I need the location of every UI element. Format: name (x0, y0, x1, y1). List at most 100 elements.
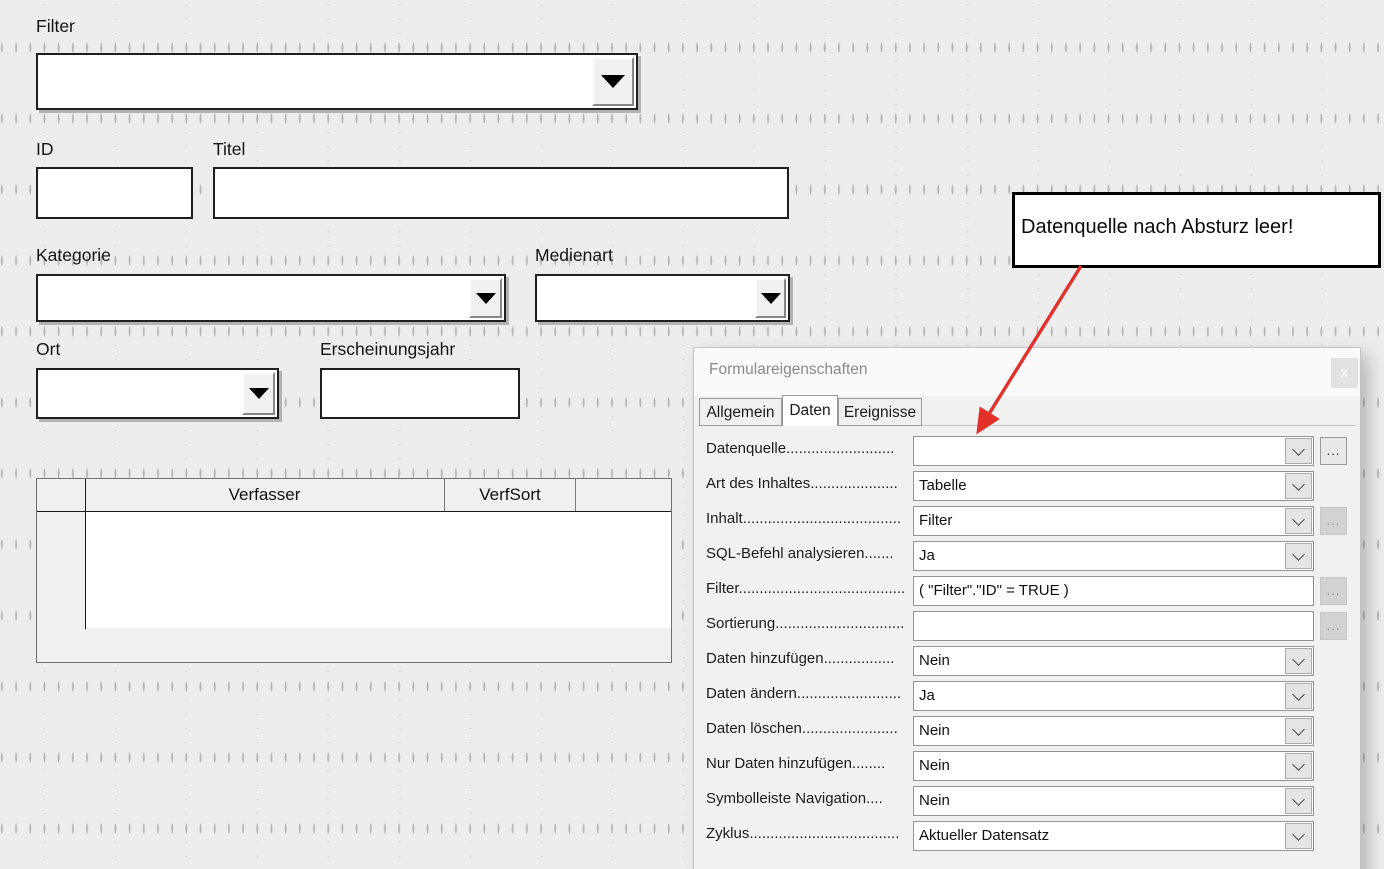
property-field[interactable]: Nein (913, 751, 1314, 781)
dropdown-button[interactable] (1285, 823, 1312, 849)
property-row: Art des Inhaltes.....................Tab… (694, 471, 1360, 501)
chevron-down-icon (1292, 723, 1305, 736)
property-row: Symbolleiste Navigation.... Nein (694, 786, 1360, 816)
dropdown-button[interactable] (1285, 753, 1312, 779)
dropdown-button[interactable] (242, 372, 275, 415)
ort-combobox[interactable] (36, 368, 279, 419)
dropdown-button[interactable] (1285, 543, 1312, 569)
medienart-combobox[interactable] (535, 274, 790, 322)
annotation-box: Datenquelle nach Absturz leer! (1012, 192, 1381, 268)
dropdown-button[interactable] (1285, 508, 1312, 534)
tab-allgemein[interactable]: Allgemein (699, 398, 782, 426)
form-properties-dialog: Formulareigenschaften x Allgemein Daten … (693, 347, 1361, 869)
id-field[interactable] (36, 167, 193, 219)
property-field[interactable]: Tabelle (913, 471, 1314, 501)
property-row: Filter..................................… (694, 576, 1360, 606)
dropdown-button[interactable] (1285, 473, 1312, 499)
property-value: Nein (914, 717, 1283, 744)
kategorie-combobox[interactable] (36, 274, 506, 322)
dialog-title: Formulareigenschaften (709, 361, 868, 379)
property-label: Daten löschen....................... (706, 720, 908, 737)
table-grid[interactable]: Verfasser VerfSort (36, 478, 672, 663)
property-value: Ja (914, 682, 1283, 709)
property-label: Symbolleiste Navigation.... (706, 790, 908, 807)
property-field[interactable]: Aktueller Datensatz (913, 821, 1314, 851)
property-value: Tabelle (914, 472, 1283, 499)
filter-label: Filter (36, 16, 75, 37)
close-icon: x (1340, 364, 1348, 381)
dropdown-button[interactable] (1285, 683, 1312, 709)
close-button[interactable]: x (1331, 358, 1358, 388)
property-row: Zyklus..................................… (694, 821, 1360, 851)
id-label: ID (36, 139, 54, 160)
property-value: Nein (914, 647, 1283, 674)
dropdown-button[interactable] (1285, 718, 1312, 744)
grid-rowheader-divider (85, 479, 86, 629)
tab-daten[interactable]: Daten (782, 395, 838, 426)
dropdown-button[interactable] (1285, 648, 1312, 674)
annotation-text: Datenquelle nach Absturz leer! (1021, 216, 1293, 238)
dropdown-button[interactable] (469, 278, 502, 318)
browse-button[interactable]: ... (1320, 577, 1347, 605)
property-field[interactable]: Ja (913, 681, 1314, 711)
property-field[interactable]: Nein (913, 646, 1314, 676)
property-label: Zyklus..................................… (706, 825, 908, 842)
property-label: Inhalt..................................… (706, 510, 908, 527)
titel-field[interactable] (213, 167, 789, 219)
browse-button[interactable]: ... (1320, 612, 1347, 640)
property-label: Daten ändern......................... (706, 685, 908, 702)
dropdown-button[interactable] (755, 278, 786, 318)
property-value: Ja (914, 542, 1283, 569)
property-label: Daten hinzufügen................. (706, 650, 908, 667)
property-field[interactable] (913, 436, 1314, 466)
dropdown-button[interactable] (592, 57, 634, 106)
property-field[interactable] (913, 611, 1314, 641)
property-field[interactable]: Nein (913, 716, 1314, 746)
grid-column-header-empty (576, 479, 671, 511)
chevron-down-icon (1292, 548, 1305, 561)
chevron-down-icon (1292, 653, 1305, 666)
property-value: Nein (914, 787, 1283, 814)
property-row: Sortierung..............................… (694, 611, 1360, 641)
form-design-canvas: Filter ID Titel Kategorie Medienart Ort … (0, 0, 1384, 869)
property-field[interactable]: Nein (913, 786, 1314, 816)
property-label: Filter..................................… (706, 580, 908, 597)
browse-button[interactable]: ... (1320, 507, 1347, 535)
property-value: Filter (914, 507, 1283, 534)
erscheinungsjahr-label: Erscheinungsjahr (320, 339, 455, 360)
property-field[interactable]: ( "Filter"."ID" = TRUE ) (913, 576, 1314, 606)
property-row: Daten löschen....................... Nein (694, 716, 1360, 746)
property-row: SQL-Befehl analysieren.......Ja (694, 541, 1360, 571)
chevron-down-icon (1292, 758, 1305, 771)
filter-combobox[interactable] (36, 53, 638, 110)
property-label: Nur Daten hinzufügen........ (706, 755, 908, 772)
grid-data-area[interactable] (86, 512, 671, 628)
chevron-down-icon (1292, 828, 1305, 841)
dropdown-arrow-icon (761, 293, 781, 304)
tab-ereignisse[interactable]: Ereignisse (838, 398, 922, 426)
kategorie-label: Kategorie (36, 245, 111, 266)
dropdown-button[interactable] (1285, 438, 1312, 464)
grid-rowheader-cell (37, 479, 85, 511)
property-row: Nur Daten hinzufügen........ Nein (694, 751, 1360, 781)
property-row: Daten hinzufügen................. Nein (694, 646, 1360, 676)
property-value: Nein (914, 752, 1283, 779)
property-field[interactable]: Ja (913, 541, 1314, 571)
property-field[interactable]: Filter (913, 506, 1314, 536)
chevron-down-icon (1292, 688, 1305, 701)
dropdown-arrow-icon (601, 75, 625, 88)
chevron-down-icon (1292, 443, 1305, 456)
property-label: Datenquelle.......................... (706, 440, 908, 457)
chevron-down-icon (1292, 513, 1305, 526)
browse-button[interactable]: ... (1320, 437, 1347, 465)
dialog-titlebar[interactable]: Formulareigenschaften x (694, 348, 1360, 396)
erscheinungsjahr-field[interactable] (320, 368, 520, 419)
grid-column-header-verfsort[interactable]: VerfSort (445, 479, 576, 511)
dropdown-arrow-icon (249, 388, 269, 399)
dropdown-button[interactable] (1285, 788, 1312, 814)
grid-column-header-verfasser[interactable]: Verfasser (85, 479, 445, 511)
property-label: Sortierung..............................… (706, 615, 908, 632)
property-row: Datenquelle............................. (694, 436, 1360, 466)
property-value: ( "Filter"."ID" = TRUE ) (914, 577, 1309, 604)
dropdown-arrow-icon (476, 293, 496, 304)
